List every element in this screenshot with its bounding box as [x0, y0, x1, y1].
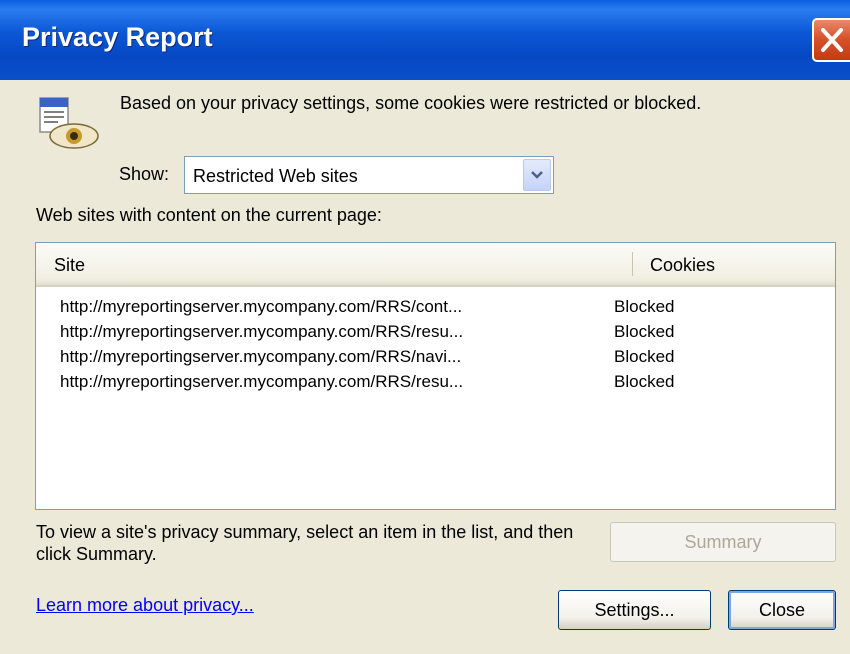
show-filter-dropdown[interactable]: Restricted Web sites [184, 156, 554, 194]
summary-button[interactable]: Summary [610, 522, 836, 562]
cookie-status-cell: Blocked [614, 297, 675, 316]
site-cell: http://myreportingserver.mycompany.com/R… [60, 322, 464, 341]
info-message: Based on your privacy settings, some coo… [120, 93, 702, 113]
learn-more-privacy-link[interactable]: Learn more about privacy... [36, 595, 254, 616]
cookie-status-cell: Blocked [614, 372, 675, 391]
site-cell: http://myreportingserver.mycompany.com/R… [60, 297, 463, 316]
show-label: Show: [119, 164, 170, 184]
close-x-icon [821, 28, 843, 52]
settings-button[interactable]: Settings... [558, 590, 711, 630]
table-row[interactable]: http://myreportingserver.mycompany.com/R… [36, 345, 835, 371]
sites-list[interactable]: Site Cookies http://myreportingserver.my… [35, 242, 836, 510]
site-cell: http://myreportingserver.mycompany.com/R… [60, 347, 462, 366]
close-button[interactable]: Close [728, 590, 836, 630]
table-row[interactable]: http://myreportingserver.mycompany.com/R… [36, 370, 835, 396]
list-caption: Web sites with content on the current pa… [36, 205, 382, 225]
column-header-cookies[interactable]: Cookies [650, 255, 715, 276]
site-cell: http://myreportingserver.mycompany.com/R… [60, 372, 464, 391]
window-title: Privacy Report [22, 22, 213, 52]
dropdown-arrow-button[interactable] [523, 159, 551, 191]
close-window-button[interactable] [812, 18, 850, 62]
show-filter-value: Restricted Web sites [193, 166, 358, 186]
summary-help-text: To view a site's privacy summary, select… [36, 522, 574, 564]
title-bar[interactable]: Privacy Report [0, 0, 850, 81]
list-header: Site Cookies [36, 243, 835, 287]
table-row[interactable]: http://myreportingserver.mycompany.com/R… [36, 295, 835, 321]
chevron-down-icon [531, 171, 543, 179]
column-header-site[interactable]: Site [54, 255, 85, 276]
privacy-eye-icon [38, 96, 100, 152]
column-divider[interactable] [632, 252, 633, 276]
cookie-status-cell: Blocked [614, 322, 675, 341]
table-row[interactable]: http://myreportingserver.mycompany.com/R… [36, 320, 835, 346]
cookie-status-cell: Blocked [614, 347, 675, 366]
